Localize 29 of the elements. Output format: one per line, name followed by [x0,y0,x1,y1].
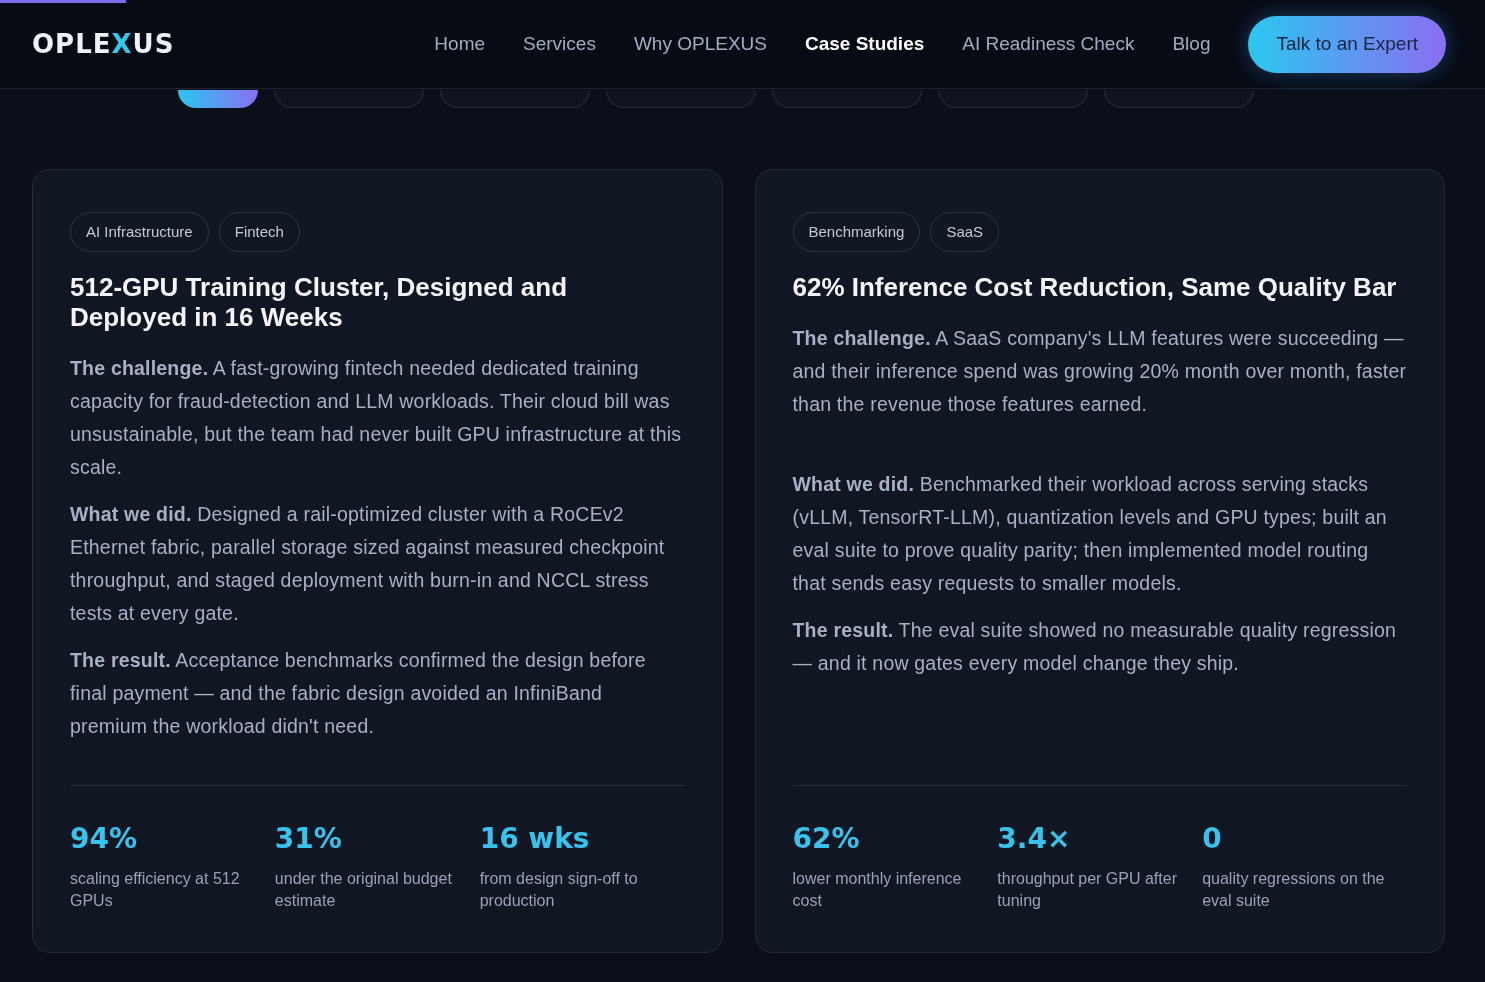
case-title: 512-GPU Training Cluster, Designed and Deployed in 16 Weeks [70,272,568,332]
stat-label: scaling efficiency at 512 GPUs [70,869,241,911]
nav-link[interactable]: AI Readiness Check [962,33,1135,55]
stat-label: under the original budget estimate [274,869,453,911]
stat-value: 16 wks [479,822,590,856]
case-title: 62% Inference Cost Reduction, Same Quality Bar [792,272,1398,302]
nav-link[interactable]: Why OPLEXUS [633,33,767,55]
filter-chip[interactable] [178,90,258,108]
case-paragraph: The challenge. A SaaS company's LLM features were succeeding — and their inference spend was growing 20% month over month, faster than the revenue those features earned. [792,326,1407,417]
stat-value: 0 [1202,822,1222,856]
nav-link[interactable]: Home [434,33,486,55]
stat-label: from design sign-off to production [479,869,639,911]
stat-value: 3.4× [997,822,1071,856]
stat-value: 62% [792,822,860,856]
logo[interactable]: OPLEXUS [32,29,175,59]
stat-label: lower monthly inference cost [792,869,963,911]
stat-label: throughput per GPU after tuning [997,869,1178,911]
nav-link[interactable]: Blog [1172,33,1211,55]
talk-to-expert-button[interactable]: Talk to an Expert [1248,15,1446,73]
stat-value: 31% [274,822,342,856]
stat-label: quality regressions on the eval suite [1202,869,1386,911]
case-paragraph: What we did. Benchmarked their workload across serving stacks (vLLM, TensorRT-LLM), quantization levels and GPU types; built an eval suite to prove quality parity; then implemented model routing that sends easy requests to smaller models. [792,472,1388,596]
nav-link[interactable]: Case Studies [804,33,925,55]
case-paragraph: The result. Acceptance benchmarks confirmed the design before final payment — and the fabric design avoided an InfiniBand premium the workload didn't need. [70,648,647,739]
nav-link[interactable]: Services [523,33,596,55]
stat-value: 94% [70,822,138,856]
case-paragraph: The result. The eval suite showed no measurable quality regression — and it now gates every model change they ship. [792,618,1398,676]
case-paragraph: What we did. Designed a rail-optimized cluster with a RoCEv2 Ethernet fabric, parallel storage sized against measured checkpoint throughput, and staged deployment with burn-in and NCCL stress tests at every gate. [70,502,666,626]
case-paragraph: The challenge. A fast-growing fintech needed dedicated training capacity for fraud-detection and LLM workloads. Their cloud bill was unsustainable, but the team had never built GPU infrastructure at this scale. [70,356,683,480]
